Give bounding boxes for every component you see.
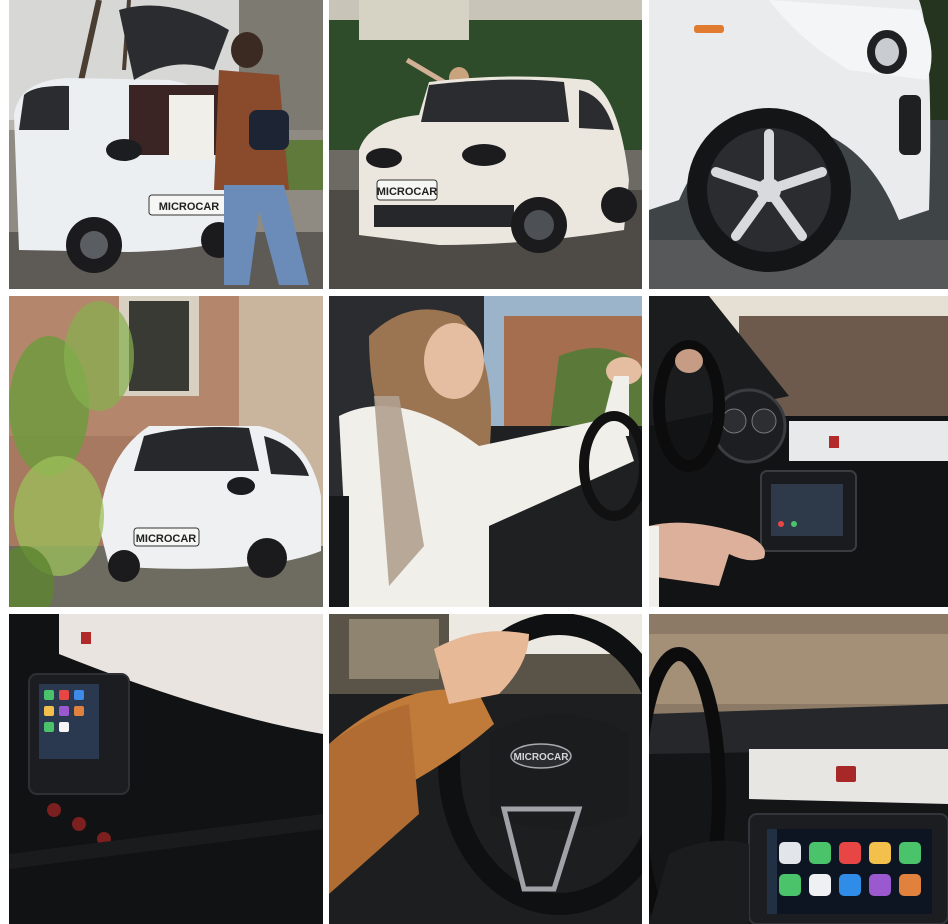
photo-tile-steering-wheel[interactable]: MICROCAR: [329, 614, 642, 924]
photo-tile-infotainment[interactable]: [649, 614, 948, 924]
photo-tile-dark-dashboard[interactable]: [9, 614, 323, 924]
license-plate-text: MICROCAR: [377, 186, 438, 198]
photo-tile-front-waving[interactable]: MICROCAR: [329, 0, 642, 289]
photo-grid: MICROCAR MICROCAR MICROCAR MICROCAR: [0, 0, 948, 924]
wheel-logo-text: MICROCAR: [514, 752, 570, 763]
photo-tile-woman-driving[interactable]: [329, 296, 642, 607]
photo-tile-rear-by-building[interactable]: MICROCAR: [9, 296, 323, 607]
photo-tile-rear-loading[interactable]: MICROCAR: [9, 0, 323, 289]
license-plate-text: MICROCAR: [159, 201, 220, 213]
photo-tile-dashboard-hand[interactable]: [649, 296, 948, 607]
license-plate-text: MICROCAR: [136, 533, 197, 545]
photo-tile-wheel-closeup[interactable]: [649, 0, 948, 289]
